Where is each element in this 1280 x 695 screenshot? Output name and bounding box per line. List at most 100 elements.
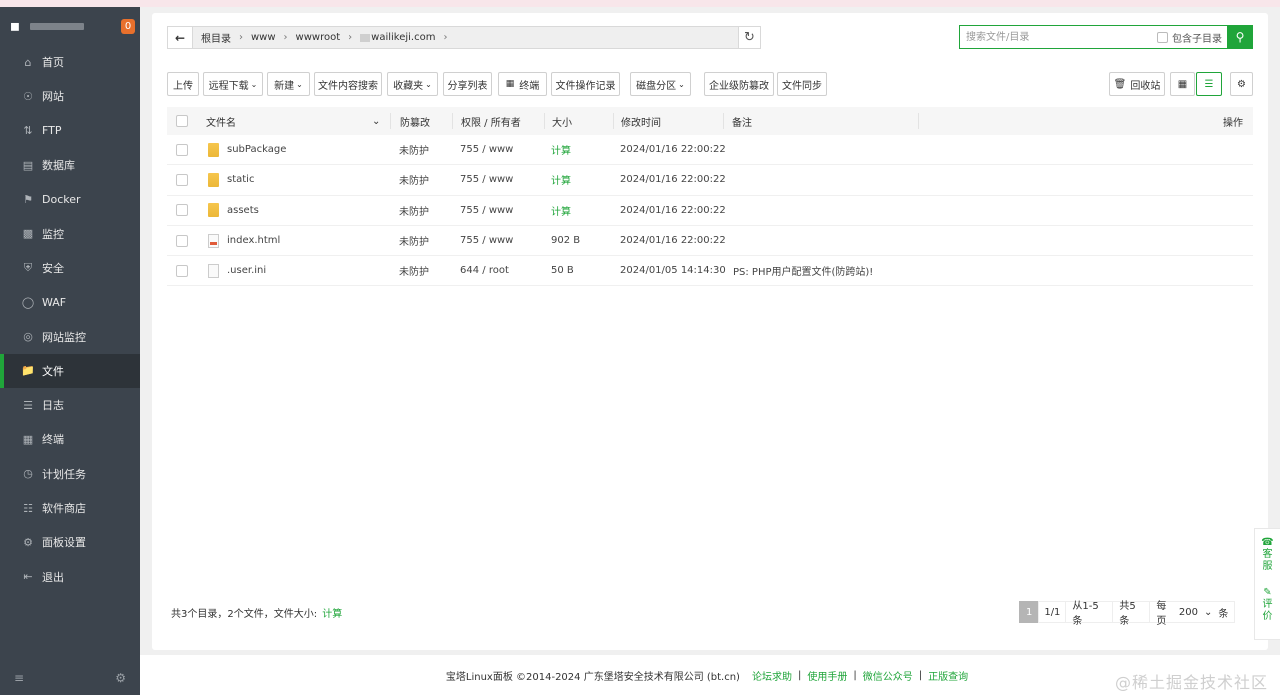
sidebar-item-10[interactable]: ☰ 日志 (0, 388, 140, 422)
permission[interactable]: 755 / www (460, 196, 513, 225)
forum-link[interactable]: 论坛求助 (752, 668, 792, 683)
row-checkbox[interactable] (176, 143, 188, 156)
file-name-cell[interactable]: .user.ini (208, 256, 266, 285)
file-name[interactable]: subPackage (227, 144, 286, 155)
notification-badge[interactable]: 0 (121, 19, 135, 34)
row-checkbox[interactable] (176, 204, 188, 217)
row-checkbox[interactable] (176, 234, 188, 247)
search-input[interactable] (960, 26, 1157, 48)
file-size[interactable]: 计算 (551, 135, 571, 164)
select-all[interactable] (176, 107, 188, 135)
tamper-status[interactable]: 未防护 (399, 256, 429, 285)
list-view-button[interactable]: ☰ (1196, 72, 1222, 96)
permission[interactable]: 644 / root (460, 256, 509, 285)
table-row[interactable]: static 未防护 755 / www 计算 2024/01/16 22:00:22 (167, 165, 1253, 196)
theme-icon[interactable]: ⚙ (115, 671, 126, 685)
tamper-status[interactable]: 未防护 (399, 165, 429, 194)
row-checkbox[interactable] (176, 264, 188, 277)
row-select[interactable] (176, 196, 188, 225)
file-name-cell[interactable]: index.html (208, 226, 280, 255)
sort-icon[interactable]: ⌄ (372, 107, 380, 135)
content-search-button[interactable]: 文件内容搜索 (314, 72, 382, 96)
terminal-button[interactable]: ▦ 终端 (498, 72, 547, 96)
permission[interactable]: 755 / www (460, 165, 513, 194)
row-select[interactable] (176, 226, 188, 255)
table-row[interactable]: index.html 未防护 755 / www 902 B 2024/01/16 22… (167, 226, 1253, 257)
collapse-icon[interactable]: ≡ (14, 671, 24, 685)
row-select[interactable] (176, 135, 188, 164)
row-select[interactable] (176, 165, 188, 194)
page-current[interactable]: 1 (1019, 601, 1040, 623)
tamper-status[interactable]: 未防护 (399, 196, 429, 225)
note[interactable]: PS: PHP用户配置文件(防跨站)! (733, 256, 873, 285)
summary-calc-link[interactable]: 计算 (322, 609, 342, 620)
sidebar-item-14[interactable]: ⚙ 面板设置 (0, 525, 140, 559)
grid-view-button[interactable]: ▦ (1170, 72, 1195, 96)
sidebar-item-4[interactable]: ⚑ Docker (0, 182, 140, 216)
tamper-status[interactable]: 未防护 (399, 135, 429, 164)
file-size[interactable]: 计算 (551, 196, 571, 225)
file-name[interactable]: static (227, 174, 254, 185)
enterprise-tamper-button[interactable]: 企业级防篡改 (704, 72, 774, 96)
permission[interactable]: 755 / www (460, 135, 513, 164)
favorites-button[interactable]: 收藏夹 ⌄ (387, 72, 438, 96)
review-button[interactable]: ✎ 评价 (1263, 587, 1273, 623)
sidebar-item-1[interactable]: ☉ 网站 (0, 79, 140, 113)
row-checkbox[interactable] (176, 173, 188, 186)
html-file-icon (208, 233, 219, 248)
table-row[interactable]: assets 未防护 755 / www 计算 2024/01/16 22:00:22 (167, 196, 1253, 226)
sidebar-item-8[interactable]: ◎ 网站监控 (0, 319, 140, 353)
file-name[interactable]: assets (227, 205, 259, 216)
sidebar-item-12[interactable]: ◷ 计划任务 (0, 457, 140, 491)
sidebar-item-2[interactable]: ⇅ FTP (0, 114, 140, 148)
sidebar-item-7[interactable]: ◯ WAF (0, 285, 140, 319)
header-name[interactable]: 文件名 (206, 107, 236, 135)
column-divider (452, 113, 453, 129)
new-button[interactable]: 新建 ⌄ (267, 72, 310, 96)
include-subdir-checkbox[interactable] (1157, 31, 1168, 43)
permission[interactable]: 755 / www (460, 226, 513, 255)
upload-button[interactable]: 上传 (167, 72, 199, 96)
op-log-button[interactable]: 文件操作记录 (551, 72, 620, 96)
file-name-cell[interactable]: static (208, 165, 254, 194)
share-list-button[interactable]: 分享列表 (443, 72, 492, 96)
table-row[interactable]: .user.ini 未防护 644 / root 50 B 2024/01/05 14:… (167, 256, 1253, 287)
crumb-site[interactable]: wailikeji.com (371, 32, 435, 43)
sidebar-item-9[interactable]: 📁 文件 (0, 353, 140, 389)
tamper-status[interactable]: 未防护 (399, 226, 429, 255)
back-arrow-icon[interactable]: ← (168, 27, 193, 48)
wechat-link[interactable]: 微信公众号 (863, 668, 913, 683)
file-name-cell[interactable]: subPackage (208, 135, 286, 164)
sidebar-item-15[interactable]: ⇤ 退出 (0, 559, 140, 593)
settings-button[interactable]: ⚙ (1230, 72, 1253, 96)
select-all-checkbox[interactable] (176, 115, 188, 127)
sidebar-item-0[interactable]: ⌂ 首页 (0, 45, 140, 79)
refresh-icon[interactable]: ↻ (738, 27, 760, 48)
customer-service-button[interactable]: ☎ 客服 (1261, 537, 1273, 573)
sidebar-item-11[interactable]: ▦ 终端 (0, 422, 140, 456)
crumb-www[interactable]: www (251, 32, 276, 43)
file-name-cell[interactable]: assets (208, 196, 259, 225)
sidebar-item-13[interactable]: ☷ 软件商店 (0, 491, 140, 525)
file-name[interactable]: .user.ini (227, 265, 266, 276)
recycle-bin-button[interactable]: 🗑 回收站 (1109, 72, 1165, 96)
search-icon[interactable]: ⚲ (1227, 25, 1253, 49)
include-subdir[interactable]: 包含子目录 (1157, 30, 1222, 45)
per-page-select[interactable]: 每页 200 ⌄ 条 (1149, 601, 1236, 627)
table-row[interactable]: subPackage 未防护 755 / www 计算 2024/01/16 22:00… (167, 135, 1253, 166)
manual-link[interactable]: 使用手册 (807, 668, 847, 683)
license-link[interactable]: 正版查询 (928, 668, 968, 683)
file-sync-button[interactable]: 文件同步 (777, 72, 827, 96)
header-name-label: 文件名 (206, 117, 236, 129)
crumb-root[interactable]: 根目录 (201, 30, 231, 45)
file-size[interactable]: 计算 (551, 165, 571, 194)
sidebar-item-3[interactable]: ▤ 数据库 (0, 148, 140, 182)
row-select[interactable] (176, 256, 188, 285)
sidebar-item-6[interactable]: ⛨ 安全 (0, 251, 140, 285)
file-name[interactable]: index.html (227, 235, 280, 246)
terminal-label: 终端 (519, 80, 540, 92)
crumb-wwwroot[interactable]: wwwroot (296, 32, 341, 43)
disk-partition-button[interactable]: 磁盘分区 ⌄ (630, 72, 691, 96)
sidebar-item-5[interactable]: ▩ 监控 (0, 216, 140, 250)
remote-download-button[interactable]: 远程下载 ⌄ (203, 72, 263, 96)
